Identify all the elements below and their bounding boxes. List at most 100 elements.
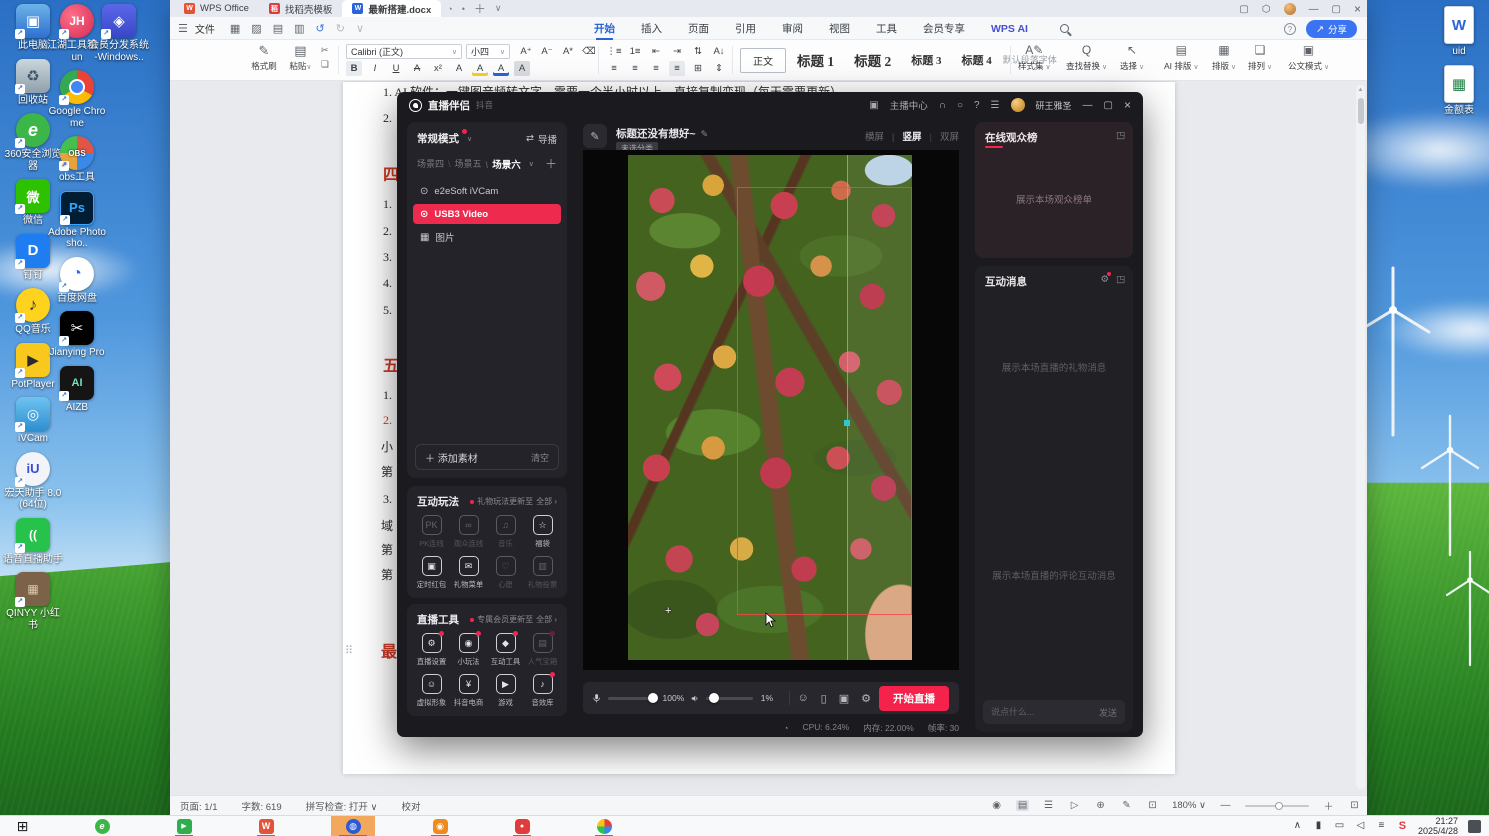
widget-icon[interactable]: ⬡ — [1262, 4, 1271, 15]
paragraph-tool-button[interactable]: 1≡ — [627, 44, 643, 59]
close-button[interactable]: × — [1354, 2, 1361, 16]
chat-input[interactable] — [991, 707, 1093, 717]
style-gallery-item[interactable]: 标题 1 — [788, 50, 843, 70]
fullscreen-icon[interactable]: ⊡ — [1348, 800, 1361, 811]
desktop-icon[interactable]: (( 语音直播助手 — [2, 517, 64, 566]
view-mode-icon[interactable]: ▤ — [1016, 800, 1030, 811]
anchor-center-link[interactable]: 主播中心 — [890, 98, 928, 112]
status-bar-item[interactable]: 字数: 619 — [242, 799, 282, 813]
live-maximize-button[interactable]: ▢ — [1104, 100, 1113, 111]
quick-access-icon[interactable]: ↺ — [316, 22, 325, 35]
source-item[interactable]: ⊙ USB3 Video — [413, 204, 561, 224]
send-button[interactable]: 发送 — [1099, 706, 1117, 719]
pencil-icon[interactable]: ✎ — [701, 129, 709, 139]
source-item[interactable]: ⊙ e2eSoft iVCam — [413, 181, 561, 201]
ribbon-tab[interactable]: 插入 — [641, 21, 662, 36]
alignment-button[interactable]: ⇕ — [711, 61, 727, 76]
share-button[interactable]: ↗ 分享 — [1306, 20, 1357, 38]
file-menu[interactable]: 文件 — [195, 21, 215, 36]
ribbon-tab[interactable]: 页面 — [688, 21, 709, 36]
control-tool-icon[interactable]: ▯ — [821, 692, 827, 705]
view-mode-icon[interactable]: ⊕ — [1094, 800, 1107, 811]
titlebar-tool-icon[interactable]: ☰ — [991, 100, 1000, 111]
desktop-icon[interactable]: ◈ 会员分发系统 -Windows.. — [88, 4, 150, 63]
font-style-button[interactable]: A — [472, 61, 488, 76]
desktop-icon[interactable]: ✂ Jianying Pro — [46, 311, 108, 359]
ribbon-group-button[interactable]: ▣ 公文模式 ∨ — [1288, 43, 1329, 72]
add-scene-button[interactable]: ＋ — [545, 155, 557, 172]
copy-icon[interactable]: ❏ — [321, 59, 329, 70]
style-gallery-item[interactable]: 标题 3 — [902, 52, 950, 68]
live-tool-item[interactable]: ⚙ 直播设置 — [413, 631, 450, 667]
mic-slider-knob[interactable] — [647, 693, 658, 703]
live-tool-item[interactable]: ◆ 互动工具 — [487, 631, 524, 667]
font-tool-button[interactable]: ⌫ — [581, 44, 597, 59]
notification-center-icon[interactable] — [1468, 819, 1481, 833]
font-tool-button[interactable]: A⁻ — [539, 44, 555, 59]
layout-option[interactable]: 双屏 — [922, 129, 959, 143]
font-tool-button[interactable]: A⁺ — [518, 44, 534, 59]
control-tool-icon[interactable]: ☺ — [797, 692, 808, 705]
paragraph-tool-button[interactable]: ⇤ — [648, 44, 664, 59]
ribbon-group-button[interactable]: ▤ AI 排版 ∨ — [1164, 43, 1198, 72]
live-tool-item[interactable]: ♪ 音效库 — [524, 672, 561, 708]
speaker-slider-knob[interactable] — [709, 693, 720, 703]
mode-selector[interactable]: 常规模式 — [417, 129, 467, 146]
interact-feature-item[interactable]: ▣ 定时红包 — [413, 556, 450, 590]
taskbar-app-button[interactable]: ⊞ — [0, 816, 45, 836]
wps-document-tab[interactable]: W 最新搭建.docx — [342, 0, 442, 17]
view-mode-icon[interactable]: ⊡ — [1146, 800, 1159, 811]
style-gallery-item[interactable]: 标题 4 — [953, 52, 1001, 68]
format-painter-button[interactable]: ✎ 格式刷 — [248, 40, 280, 72]
interact-feature-item[interactable]: PK PK连线 — [413, 515, 450, 549]
scroll-up-arrow[interactable]: ▲ — [1356, 85, 1365, 93]
stream-title[interactable]: 标题还没有想好~ — [616, 128, 696, 140]
view-mode-icon[interactable]: ☰ — [1042, 800, 1055, 811]
status-bar-item[interactable]: 校对 — [402, 799, 421, 813]
popout-icon[interactable]: ◳ — [1116, 130, 1125, 141]
desktop-icon[interactable]: ◔ 百度网盘 — [46, 256, 108, 305]
speaker-volume-slider[interactable] — [706, 693, 753, 703]
see-all-link[interactable]: 全部 › — [536, 614, 557, 625]
ribbon-group-button[interactable]: A✎ 样式集 ∨ — [1018, 43, 1051, 72]
add-material-button[interactable]: ＋ 添加素材 清空 — [415, 444, 559, 470]
scrollbar-thumb[interactable] — [1357, 98, 1364, 124]
tray-icon[interactable]: ▭ — [1334, 820, 1345, 832]
reading-layout-icon[interactable]: ▢ — [1239, 4, 1248, 15]
taskbar-app-button[interactable]: ● — [505, 816, 539, 836]
viewers-title[interactable]: 在线观众榜 — [975, 122, 1133, 148]
font-size-select[interactable]: 小四 ∨ — [466, 44, 510, 59]
paste-button[interactable]: ▤ 粘贴∨ — [284, 40, 316, 72]
font-style-button[interactable]: B — [346, 61, 362, 76]
minimize-button[interactable]: — — [1309, 4, 1319, 15]
mic-volume-slider[interactable] — [608, 693, 658, 703]
titlebar-tool-icon[interactable]: ? — [974, 100, 980, 111]
search-icon[interactable] — [1060, 24, 1069, 33]
alignment-button[interactable]: ≡ — [627, 61, 643, 76]
live-close-button[interactable]: × — [1124, 98, 1131, 112]
cut-icon[interactable]: ✂ — [321, 45, 329, 56]
scene-tab[interactable]: 场景四 — [417, 157, 444, 171]
alignment-button[interactable]: ⊞ — [690, 61, 706, 76]
alignment-button[interactable]: ≡ — [669, 61, 685, 76]
ribbon-tab[interactable]: 引用 — [735, 21, 756, 36]
desktop-icon[interactable]: ▦ QINYY 小红书 — [2, 572, 64, 631]
ribbon-group-button[interactable]: ▦ 排版 ∨ — [1212, 43, 1236, 72]
taskbar-app-button[interactable]: ◉ — [423, 816, 457, 836]
control-tool-icon[interactable]: ▣ — [839, 692, 849, 705]
ribbon-group-button[interactable]: ❏ 排列 ∨ — [1248, 43, 1272, 72]
style-gallery-item[interactable]: 正文 — [740, 47, 786, 73]
scene-tab[interactable]: 场景五 — [444, 157, 482, 171]
selection-rectangle[interactable] — [737, 187, 912, 615]
quick-access-icon[interactable]: ↻ — [336, 22, 345, 35]
new-tab-button[interactable]: ＋ — [474, 0, 486, 17]
interact-feature-item[interactable]: ✉ 礼物菜单 — [450, 556, 487, 590]
tab-list-chevron-icon[interactable]: ∨ — [495, 3, 502, 14]
view-mode-icon[interactable]: ✎ — [1120, 800, 1133, 811]
interact-feature-item[interactable]: ♡ 心愿 — [487, 556, 524, 590]
ribbon-tab[interactable]: 会员专享 — [923, 21, 965, 36]
scene-tab[interactable]: 场景六 — [482, 157, 521, 171]
see-all-link[interactable]: 全部 › — [536, 496, 557, 507]
taskbar-clock[interactable]: 21:27 2025/4/28 — [1418, 816, 1458, 836]
interact-feature-item[interactable]: ♫ 音乐 — [487, 515, 524, 549]
